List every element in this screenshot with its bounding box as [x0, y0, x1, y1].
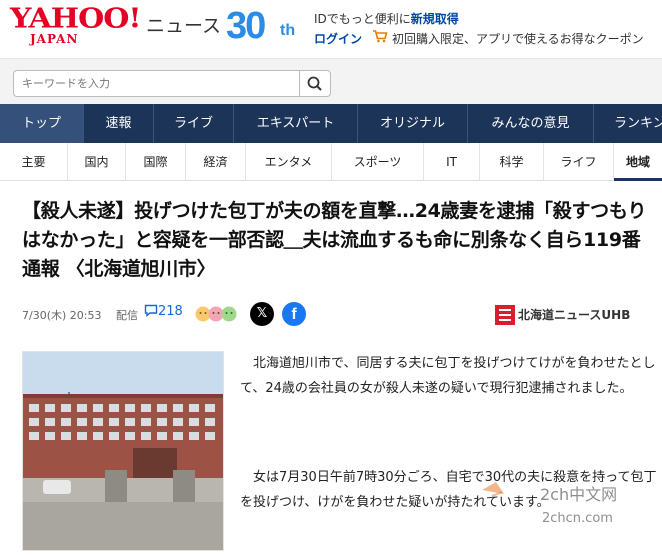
publish-date: 7/30(木) 20:53: [22, 309, 102, 322]
facebook-logo-icon: f: [291, 306, 297, 323]
anniversary-number: 30: [226, 5, 266, 47]
cart-icon: [373, 30, 388, 43]
comment-count: 218: [158, 304, 183, 319]
signup-link[interactable]: 新規取得: [411, 12, 459, 26]
nav-top[interactable]: トップ: [0, 104, 84, 143]
nav-breaking[interactable]: 速報: [84, 104, 154, 143]
logo-wordmark: YAHOO!: [10, 3, 142, 35]
site-header: YAHOO! JAPAN ニュース 30 th IDでもっと便利に新規取得 ログ…: [0, 0, 662, 58]
cat-local[interactable]: 地域: [614, 143, 662, 181]
article-paragraph-1: 北海道旭川市で、同居する夫に包丁を投げつけてけがを負わせたとして、24歳の会社員…: [240, 356, 656, 396]
search-bar: [0, 58, 662, 104]
yahoo-japan-logo[interactable]: YAHOO! JAPAN: [10, 3, 142, 50]
distribution-label: 配信: [116, 309, 138, 322]
article-paragraph-2: 女は7月30日午前7時30分ごろ、自宅で30代の夫に殺意を持って包丁を投げつけ、…: [240, 470, 657, 510]
section-name[interactable]: ニュース: [146, 11, 221, 38]
search-button[interactable]: [299, 70, 331, 97]
police-building-image: [23, 352, 223, 550]
cat-life[interactable]: ライフ: [544, 143, 614, 181]
cat-domestic[interactable]: 国内: [68, 143, 126, 181]
source-name[interactable]: 北海道ニュースUHB: [518, 306, 630, 323]
nav-live[interactable]: ライブ: [154, 104, 234, 143]
main-nav: トップ 速報 ライブ エキスパート オリジナル みんなの意見 ランキング: [0, 104, 662, 143]
cat-economy[interactable]: 経済: [186, 143, 246, 181]
uhb-logo-icon: [495, 305, 515, 325]
cat-entertainment[interactable]: エンタメ: [246, 143, 332, 181]
nav-expert[interactable]: エキスパート: [234, 104, 358, 143]
x-logo-icon: 𝕏: [256, 306, 268, 321]
cat-sports[interactable]: スポーツ: [332, 143, 424, 181]
id-promo: IDでもっと便利に新規取得: [314, 10, 459, 27]
anniversary-suffix: th: [280, 22, 296, 39]
cat-international[interactable]: 国際: [126, 143, 186, 181]
cat-science[interactable]: 科学: [480, 143, 544, 181]
comment-link[interactable]: 218: [144, 304, 183, 319]
reaction-emoji-icons[interactable]: [194, 305, 240, 323]
search-icon: [307, 76, 322, 91]
article-photo[interactable]: [22, 351, 224, 551]
id-promo-text: IDでもっと便利に: [314, 12, 411, 26]
anniversary-badge[interactable]: 30 th: [226, 4, 302, 48]
coupon-link[interactable]: 初回購入限定、アプリで使えるお得なクーポン: [392, 30, 644, 47]
login-link[interactable]: ログイン: [314, 30, 362, 47]
category-nav: 主要 国内 国際 経済 エンタメ スポーツ IT 科学 ライフ 地域: [0, 143, 662, 181]
search-input[interactable]: [13, 70, 299, 97]
cat-it[interactable]: IT: [424, 143, 480, 181]
comment-icon: [144, 304, 158, 317]
article-title: 【殺人未遂】投げつけた包丁が夫の額を直撃…24歳妻を逮捕「殺すつもりはなかった」…: [22, 200, 647, 280]
nav-ranking[interactable]: ランキング: [594, 104, 662, 143]
article-meta: 7/30(木) 20:53 配信 218 𝕏 f 北海道ニュースUHB: [22, 300, 654, 330]
facebook-share-button[interactable]: f: [282, 302, 306, 326]
logo-subtext: JAPAN: [30, 32, 79, 46]
x-share-button[interactable]: 𝕏: [250, 302, 274, 326]
cat-main[interactable]: 主要: [0, 143, 68, 181]
nav-opinion[interactable]: みんなの意見: [468, 104, 594, 143]
nav-original[interactable]: オリジナル: [358, 104, 468, 143]
